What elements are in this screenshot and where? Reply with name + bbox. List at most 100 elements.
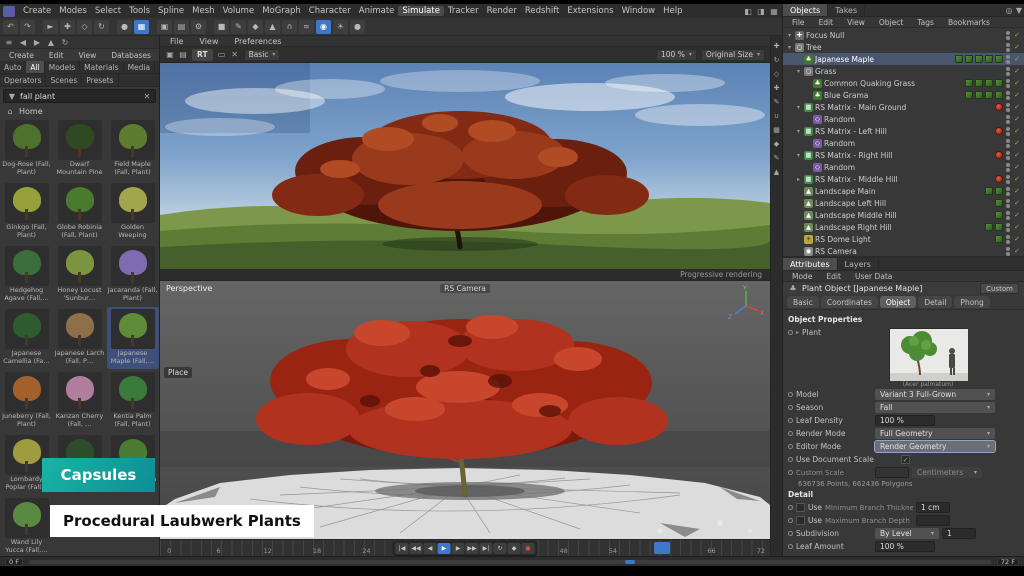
abort-icon[interactable]: ✕ xyxy=(230,50,240,59)
viewport[interactable]: Perspective RS Camera X Y Z Place xyxy=(160,281,770,539)
visibility-dots[interactable] xyxy=(1006,247,1010,256)
redshift-tag-icon[interactable] xyxy=(995,127,1003,135)
prop-tab-object[interactable]: Object xyxy=(880,296,916,308)
object-tree-row[interactable]: ▲Landscape Middle Hill✓ xyxy=(783,209,1024,221)
object-tree-row[interactable]: ◉RS Camera✓ xyxy=(783,245,1024,256)
anim-dot[interactable] xyxy=(788,457,793,462)
menu-spline[interactable]: Spline xyxy=(154,6,188,16)
viewport-label[interactable]: Perspective xyxy=(166,284,212,293)
prop-tab-detail[interactable]: Detail xyxy=(918,296,952,308)
menu-mesh[interactable]: Mesh xyxy=(188,6,218,16)
use-min-branch-checkbox[interactable] xyxy=(796,503,805,512)
max-branch-field[interactable] xyxy=(916,515,950,526)
asset-item[interactable]: Hedgehog Agave (Fall,… xyxy=(1,244,53,306)
scale-icon[interactable]: ◇ xyxy=(77,20,92,34)
move-icon[interactable]: ✚ xyxy=(60,20,75,34)
asset-item[interactable]: Globe Robinia (Fall, Plant) xyxy=(54,181,106,243)
ab-menu-edit[interactable]: Edit xyxy=(45,51,68,60)
asset-item[interactable]: Japanese Camellia (Fa… xyxy=(1,307,53,369)
expander-icon[interactable]: ▾ xyxy=(795,104,802,111)
ab-subtab-scenes[interactable]: Scenes xyxy=(46,74,82,86)
menu-character[interactable]: Character xyxy=(305,6,355,16)
anim-dot[interactable] xyxy=(788,505,793,510)
tab-layers[interactable]: Layers xyxy=(838,258,879,270)
camera-icon[interactable]: ◉ xyxy=(316,20,331,34)
leaf-amount-field[interactable]: 100 % xyxy=(875,541,935,552)
asset-item[interactable]: Golden Weeping Willo… xyxy=(107,181,159,243)
ab-subtab-operators[interactable]: Operators xyxy=(0,74,46,86)
menu-simulate[interactable]: Simulate xyxy=(398,6,444,16)
material-chip[interactable] xyxy=(995,211,1003,219)
enabled-check-icon[interactable]: ✓ xyxy=(1013,127,1021,135)
object-tree-row[interactable]: ▾○Grass✓ xyxy=(783,65,1024,77)
object-tree-row[interactable]: ▸▦RS Matrix - Middle Hill✓ xyxy=(783,173,1024,185)
visibility-dots[interactable] xyxy=(1006,55,1010,64)
expander-icon[interactable]: ▾ xyxy=(795,128,802,135)
simulate-icon[interactable]: ≈ xyxy=(299,20,314,34)
obj-menu-object[interactable]: Object xyxy=(875,18,907,27)
back-icon[interactable]: ◀ xyxy=(18,38,28,47)
menu-extensions[interactable]: Extensions xyxy=(563,6,617,16)
rv-menu-preferences[interactable]: Preferences xyxy=(230,37,285,46)
ab-tab-auto[interactable]: Auto xyxy=(0,61,26,73)
obj-menu-bookmarks[interactable]: Bookmarks xyxy=(944,18,994,27)
subdivision-level-field[interactable]: 1 xyxy=(942,528,976,539)
region-icon[interactable]: ▭ xyxy=(217,50,227,59)
enabled-check-icon[interactable]: ✓ xyxy=(1013,163,1021,171)
asset-item[interactable]: Dwarf Mountain Pine (… xyxy=(54,118,106,180)
pen-icon[interactable]: ✎ xyxy=(773,98,781,106)
visibility-dots[interactable] xyxy=(1006,79,1010,88)
object-tree-row[interactable]: ◇Random✓ xyxy=(783,137,1024,149)
object-tree-row[interactable]: ♣Common Quaking Grass✓ xyxy=(783,77,1024,89)
menu-modes[interactable]: Modes xyxy=(55,6,91,16)
object-tree-row[interactable]: ♣Blue Grama✓ xyxy=(783,89,1024,101)
expander-icon[interactable]: ▸ xyxy=(795,176,802,183)
visibility-dots[interactable] xyxy=(1006,235,1010,244)
ab-menu-view[interactable]: View xyxy=(74,51,100,60)
object-tree-row[interactable]: ▾▦RS Matrix - Left Hill✓ xyxy=(783,125,1024,137)
anim-dot[interactable] xyxy=(788,418,793,423)
clear-search-icon[interactable]: ✕ xyxy=(142,92,152,101)
material-chip[interactable] xyxy=(995,187,1003,195)
object-tree-row[interactable]: ☀RS Dome Light✓ xyxy=(783,233,1024,245)
menu-window[interactable]: Window xyxy=(618,6,660,16)
expander-icon[interactable]: ▾ xyxy=(786,44,793,51)
menu-animate[interactable]: Animate xyxy=(355,6,399,16)
use-document-scale-checkbox[interactable]: ✓ xyxy=(901,455,910,464)
step-forward-button[interactable]: ▶ xyxy=(452,543,465,554)
render-mode-dropdown[interactable]: Full Geometry xyxy=(875,428,995,439)
enabled-check-icon[interactable]: ✓ xyxy=(1013,43,1021,51)
enabled-check-icon[interactable]: ✓ xyxy=(1013,67,1021,75)
rotate-icon[interactable]: ↻ xyxy=(773,56,781,64)
prev-keyframe-button[interactable]: ◀◀ xyxy=(410,543,423,554)
visibility-dots[interactable] xyxy=(1006,163,1010,172)
material-chip[interactable] xyxy=(995,79,1003,87)
poly-icon[interactable]: ▲ xyxy=(773,168,781,176)
anim-dot[interactable] xyxy=(788,431,793,436)
material-icon[interactable]: ● xyxy=(350,20,365,34)
menu-volume[interactable]: Volume xyxy=(219,6,259,16)
visibility-dots[interactable] xyxy=(1006,43,1010,52)
visibility-dots[interactable] xyxy=(1006,127,1010,136)
enabled-check-icon[interactable]: ✓ xyxy=(1013,115,1021,123)
prop-tab-coordinates[interactable]: Coordinates xyxy=(821,296,878,308)
spline-icon[interactable]: ◆ xyxy=(248,20,263,34)
use-max-branch-checkbox[interactable] xyxy=(796,516,805,525)
layout-left-icon[interactable]: ◧ xyxy=(743,7,753,16)
viewport-camera-label[interactable]: RS Camera xyxy=(440,284,490,293)
expander-icon[interactable]: ▾ xyxy=(795,68,802,75)
material-chip[interactable] xyxy=(965,91,973,99)
rv-menu-view[interactable]: View xyxy=(195,37,222,46)
menu-tools[interactable]: Tools xyxy=(125,6,154,16)
material-chip[interactable] xyxy=(995,199,1003,207)
ab-menu-create[interactable]: Create xyxy=(5,51,38,60)
render-view-icon[interactable]: ▣ xyxy=(157,20,172,34)
enabled-check-icon[interactable]: ✓ xyxy=(1013,103,1021,111)
step-back-button[interactable]: ◀ xyxy=(424,543,437,554)
ab-menu-databases[interactable]: Databases xyxy=(107,51,155,60)
menu-render[interactable]: Render xyxy=(483,6,521,16)
enabled-check-icon[interactable]: ✓ xyxy=(1013,139,1021,147)
menu-mograph[interactable]: MoGraph xyxy=(258,6,305,16)
jump-start-button[interactable]: |◀ xyxy=(396,543,409,554)
brush-icon[interactable]: ✎ xyxy=(773,154,781,162)
